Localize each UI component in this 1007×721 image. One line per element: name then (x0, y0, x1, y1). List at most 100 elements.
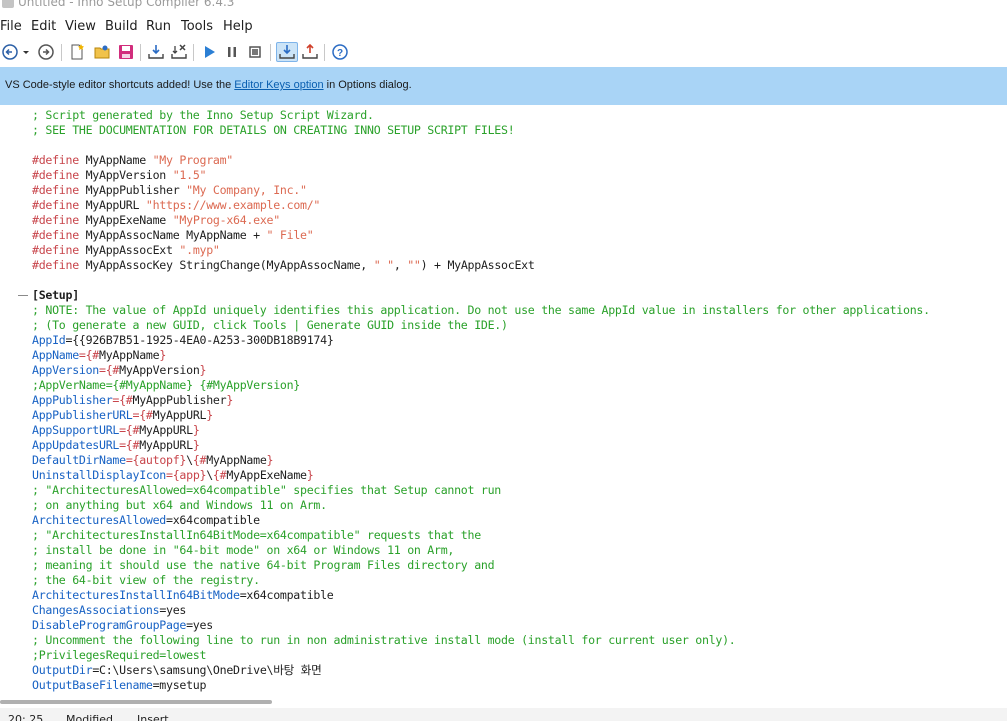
code-line[interactable]: ChangesAssociations=yes (32, 603, 186, 618)
code-line[interactable]: OutputBaseFilename=mysetup (32, 678, 206, 693)
code-line[interactable]: DisableProgramGroupPage=yes (32, 618, 213, 633)
code-line[interactable]: AppUpdatesURL={#MyAppURL} (32, 438, 200, 453)
code-line[interactable]: AppId={{926B7B51-1925-4EA0-A253-300DB18B… (32, 333, 334, 348)
stop-compile-icon[interactable] (169, 42, 189, 62)
code-token-str: ".myp" (179, 243, 220, 257)
code-token-val: =mysetup (152, 678, 207, 692)
code-token-key: AppPublisher (32, 393, 113, 407)
code-line[interactable]: AppSupportURL={#MyAppURL} (32, 423, 200, 438)
save-icon[interactable] (116, 42, 136, 62)
modified-indicator: Modified (66, 713, 113, 721)
code-token-const: } (306, 468, 314, 482)
code-token-directive: #define (32, 243, 79, 257)
code-token-comment: ; "ArchitecturesAllowed=x64compatible" s… (32, 483, 502, 497)
code-token-val: MyAppVersion (119, 363, 200, 377)
code-line[interactable]: #define MyAppAssocExt ".myp" (32, 243, 220, 258)
code-line[interactable]: ; NOTE: The value of AppId uniquely iden… (32, 303, 930, 318)
menu-tools[interactable]: Tools (181, 19, 213, 34)
code-token-val: ={{926B7B51-1925-4EA0-A253-300DB18B9174} (65, 333, 334, 347)
code-line[interactable]: ; "ArchitecturesInstallIn64BitMode=x64co… (32, 528, 481, 543)
code-line[interactable]: #define MyAppExeName "MyProg-x64.exe" (32, 213, 280, 228)
stop-icon[interactable] (245, 42, 265, 62)
code-line[interactable]: #define MyAppVersion "1.5" (32, 168, 207, 183)
code-line[interactable]: ; Uncomment the following line to run in… (32, 633, 736, 648)
pause-icon[interactable] (222, 42, 242, 62)
menu-view[interactable]: View (65, 19, 96, 34)
code-line[interactable]: ; install be done in "64-bit mode" on x6… (32, 543, 454, 558)
code-token-comment: ; SEE THE DOCUMENTATION FOR DETAILS ON C… (32, 123, 515, 137)
code-token-val: =yes (186, 618, 213, 632)
code-token-directive: #define (32, 153, 79, 167)
run-icon[interactable] (199, 42, 219, 62)
code-line[interactable]: #define MyAppAssocName MyAppName + " Fil… (32, 228, 314, 243)
code-line[interactable]: AppPublisherURL={#MyAppURL} (32, 408, 213, 423)
toolbar-separator (61, 44, 62, 61)
code-token-key: DefaultDirName (32, 453, 126, 467)
code-line[interactable]: #define MyAppAssocKey StringChange(MyApp… (32, 258, 535, 273)
code-line[interactable]: AppName={#MyAppName} (32, 348, 166, 363)
notification-prefix: VS Code-style editor shortcuts added! Us… (5, 79, 235, 91)
code-line[interactable]: AppPublisher={#MyAppPublisher} (32, 393, 233, 408)
code-token-val: \ (186, 453, 193, 467)
code-token-const: } (159, 348, 167, 362)
code-line[interactable]: ; on anything but x64 and Windows 11 on … (32, 498, 327, 513)
menu-build[interactable]: Build (105, 19, 138, 34)
code-token-comment: ; (To generate a new GUID, click Tools |… (32, 318, 508, 332)
code-token-val: =yes (159, 603, 187, 617)
menu-file[interactable]: File (0, 19, 22, 34)
code-token-val: MyAppPublisher (132, 393, 227, 407)
code-token-ident: MyAppAssocExt (78, 243, 180, 257)
code-line[interactable]: OutputDir=C:\Users\samsung\OneDrive\바탕 화… (32, 663, 322, 678)
code-token-ident: MyAppAssocKey StringChange(MyAppAssocNam… (78, 258, 374, 272)
code-line[interactable]: ;PrivilegesRequired=lowest (32, 648, 206, 663)
code-line[interactable]: #define MyAppPublisher "My Company, Inc.… (32, 183, 307, 198)
svg-text:?: ? (337, 48, 343, 59)
code-token-directive: #define (32, 198, 79, 212)
code-token-val: =C:\Users\samsung\OneDrive\바탕 화면 (92, 663, 322, 677)
code-line[interactable]: ; meaning it should use the native 64-bi… (32, 558, 495, 573)
cursor-position: 20: 25 (8, 713, 44, 721)
code-token-directive: #define (32, 183, 79, 197)
code-token-comment: ; on anything but x64 and Windows 11 on … (32, 498, 327, 512)
code-line[interactable]: ;AppVerName={#MyAppName} {#MyAppVersion} (32, 378, 300, 393)
code-line[interactable]: ; SEE THE DOCUMENTATION FOR DETAILS ON C… (32, 123, 515, 138)
menu-help[interactable]: Help (223, 19, 253, 34)
code-token-str: " File" (266, 228, 314, 242)
code-line[interactable]: #define MyAppName "My Program" (32, 153, 233, 168)
code-line[interactable]: ; Script generated by the Inno Setup Scr… (32, 108, 374, 123)
code-token-const: } (266, 453, 274, 467)
code-line[interactable]: #define MyAppURL "https://www.example.co… (32, 198, 320, 213)
back-icon[interactable] (0, 42, 20, 62)
code-token-key: AppSupportURL (32, 423, 120, 437)
code-line[interactable]: DefaultDirName={autopf}\{#MyAppName} (32, 453, 274, 468)
code-line[interactable]: ; the 64-bit view of the registry. (32, 573, 260, 588)
code-line[interactable]: UninstallDisplayIcon={app}\{#MyAppExeNam… (32, 468, 314, 483)
compile-icon[interactable] (146, 42, 166, 62)
code-line[interactable]: ArchitecturesAllowed=x64compatible (32, 513, 260, 528)
script-editor[interactable]: ; Script generated by the Inno Setup Scr… (0, 105, 1007, 698)
code-token-const: ={# (119, 423, 140, 437)
code-line[interactable]: [Setup] (32, 288, 79, 303)
code-line[interactable]: ; (To generate a new GUID, click Tools |… (32, 318, 508, 333)
toolbar-separator (140, 44, 141, 61)
help-icon[interactable]: ? (330, 42, 350, 62)
code-token-section: [Setup] (32, 288, 79, 302)
fold-marker[interactable] (18, 295, 28, 296)
code-line[interactable]: ; "ArchitecturesAllowed=x64compatible" s… (32, 483, 501, 498)
dropdown-icon[interactable] (19, 42, 33, 62)
forward-icon[interactable] (36, 42, 56, 62)
horizontal-scrollbar[interactable] (0, 700, 272, 704)
menu-edit[interactable]: Edit (31, 19, 56, 34)
menu-run[interactable]: Run (146, 19, 171, 34)
new-file-icon[interactable] (67, 42, 87, 62)
editor-keys-option-link[interactable]: Editor Keys option (234, 79, 323, 91)
window-title: Untitled - Inno Setup Compiler 6.4.3 (18, 0, 235, 9)
open-folder-icon[interactable] (92, 42, 112, 62)
code-token-const: } (192, 423, 200, 437)
code-token-directive: #define (32, 168, 79, 182)
code-line[interactable]: AppVersion={#MyAppVersion} (32, 363, 207, 378)
code-token-ident: MyAppAssocName MyAppName + (78, 228, 267, 242)
target-install-icon[interactable] (276, 42, 298, 62)
target-uninstall-icon[interactable] (300, 42, 320, 62)
code-line[interactable]: ArchitecturesInstallIn64BitMode=x64compa… (32, 588, 334, 603)
